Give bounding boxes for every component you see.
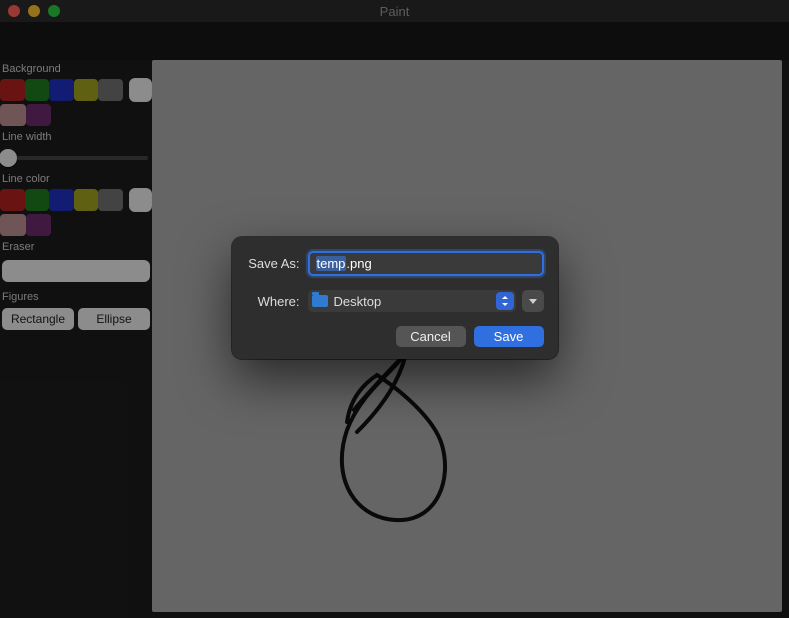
where-value: Desktop — [334, 294, 382, 309]
expand-dialog-button[interactable] — [522, 290, 544, 312]
where-label: Where: — [246, 294, 308, 309]
cancel-button[interactable]: Cancel — [396, 326, 466, 347]
filename-selected-text: temp — [316, 256, 347, 271]
save-button[interactable]: Save — [474, 326, 544, 347]
folder-icon — [312, 295, 328, 307]
filename-extension: .png — [346, 256, 371, 271]
save-dialog: Save As: temp.png Where: Desktop Cancel … — [232, 237, 558, 359]
select-stepper-icon — [496, 292, 514, 310]
modal-overlay: Save As: temp.png Where: Desktop Cancel … — [0, 0, 789, 618]
save-as-label: Save As: — [246, 256, 308, 271]
save-as-input[interactable]: temp.png — [308, 251, 544, 276]
where-select[interactable]: Desktop — [308, 290, 516, 312]
